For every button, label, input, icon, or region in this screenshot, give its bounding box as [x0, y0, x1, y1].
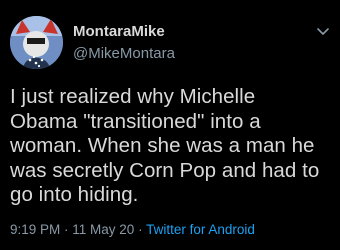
tweet-text-line: was secretly Corn Pop and had to: [10, 158, 320, 182]
tweet-card: MontaraMike @MikeMontara I just realized…: [0, 0, 340, 250]
tweet-text-line: Obama "transitioned" into a: [10, 109, 261, 133]
tweet-metadata: 9:19 PM · 11 May 20 · Twitter for Androi…: [10, 222, 255, 238]
avatar[interactable]: [10, 16, 63, 69]
meta-separator: ·: [134, 222, 147, 237]
chevron-down-icon[interactable]: [316, 24, 330, 38]
tweet-time[interactable]: 9:19 PM: [10, 222, 60, 237]
tweet-text-line: I just realized why Michelle: [10, 85, 256, 108]
avatar-image: [10, 16, 63, 69]
tweet-text-line: woman. When she was a man he: [10, 134, 315, 157]
user-handle[interactable]: @MikeMontara: [73, 45, 175, 63]
tweet-text: I just realized why Michelle Obama "tran…: [10, 85, 336, 208]
display-name[interactable]: MontaraMike: [73, 23, 165, 41]
tweet-date[interactable]: 11 May 20: [72, 222, 134, 237]
tweet-source-link[interactable]: Twitter for Android: [146, 222, 255, 237]
meta-separator: ·: [60, 222, 73, 237]
tweet-text-line: go into hiding.: [10, 183, 139, 206]
